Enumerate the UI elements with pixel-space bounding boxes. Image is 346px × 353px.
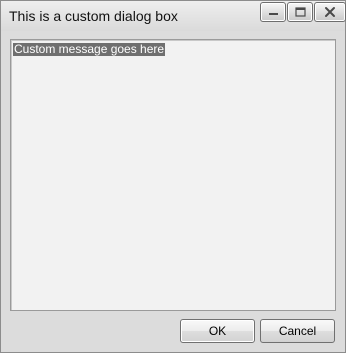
minimize-icon bbox=[269, 13, 278, 15]
caption-buttons bbox=[260, 2, 346, 24]
maximize-button[interactable] bbox=[287, 2, 313, 22]
ok-button[interactable]: OK bbox=[180, 319, 255, 343]
dialog-window: This is a custom dialog box Custom messa… bbox=[0, 0, 346, 353]
maximize-icon bbox=[295, 7, 306, 17]
title-bar[interactable]: This is a custom dialog box bbox=[1, 1, 346, 31]
close-icon bbox=[325, 7, 335, 17]
close-button[interactable] bbox=[314, 2, 346, 22]
cancel-button[interactable]: Cancel bbox=[260, 319, 335, 343]
minimize-button[interactable] bbox=[260, 2, 286, 22]
message-text: Custom message goes here bbox=[13, 42, 166, 56]
window-title: This is a custom dialog box bbox=[9, 8, 178, 24]
message-area[interactable]: Custom message goes here bbox=[10, 39, 336, 311]
